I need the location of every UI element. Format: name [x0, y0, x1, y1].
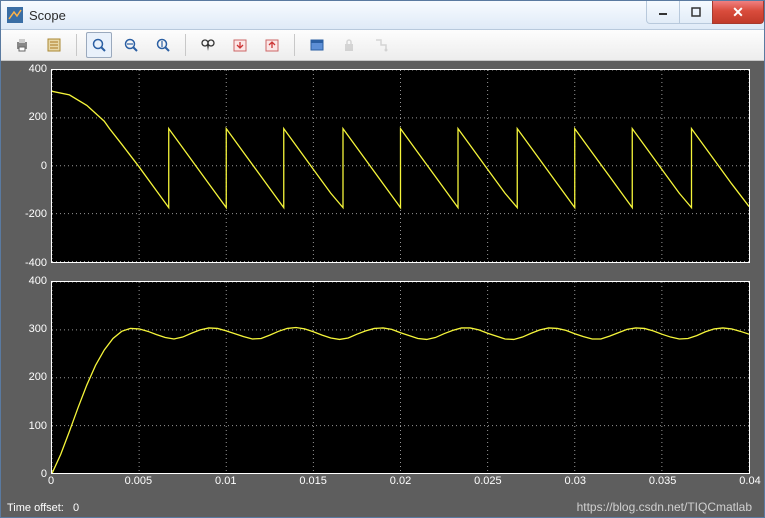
zoom-y-icon[interactable] [150, 32, 176, 58]
app-icon [7, 7, 23, 23]
params-icon[interactable] [41, 32, 67, 58]
xtick-label: 0.02 [390, 475, 411, 487]
axes-1-svg [52, 70, 749, 262]
toolbar-separator [76, 34, 77, 56]
window-title: Scope [29, 8, 66, 23]
window-buttons: ✕ [647, 1, 764, 23]
minimize-button[interactable] [646, 1, 680, 24]
ytick-label: -200 [11, 208, 47, 220]
float-icon[interactable] [304, 32, 330, 58]
scope-window: Scope ✕ [0, 0, 765, 518]
titlebar[interactable]: Scope ✕ [1, 1, 764, 30]
ytick-label: 200 [11, 111, 47, 123]
axes-2: 0100200300400 [15, 281, 750, 475]
axes-2-plot[interactable] [51, 281, 750, 475]
lock-icon [336, 32, 362, 58]
ytick-label: -400 [11, 257, 47, 269]
close-button[interactable]: ✕ [712, 1, 764, 24]
autoscale-icon[interactable] [195, 32, 221, 58]
xtick-label: 0.035 [649, 475, 677, 487]
xtick-label: 0.03 [565, 475, 586, 487]
zoom-icon[interactable] [86, 32, 112, 58]
xtick-label: 0.04 [739, 475, 760, 487]
ytick-label: 200 [11, 371, 47, 383]
time-offset-label: Time offset: [7, 502, 64, 514]
axes-2-yticks: 0100200300400 [15, 281, 51, 475]
axes-2-svg [52, 282, 749, 474]
save-axes-icon[interactable] [227, 32, 253, 58]
toolbar-separator [294, 34, 295, 56]
xtick-label: 0 [48, 475, 54, 487]
toolbar [1, 30, 764, 61]
restore-axes-icon[interactable] [259, 32, 285, 58]
ytick-label: 400 [11, 275, 47, 287]
xtick-label: 0.005 [125, 475, 153, 487]
axes-1-plot[interactable] [51, 69, 750, 263]
zoom-x-icon[interactable] [118, 32, 144, 58]
ytick-label: 300 [11, 323, 47, 335]
ytick-label: 0 [11, 160, 47, 172]
maximize-button[interactable] [679, 1, 713, 24]
axes-1: -400-2000200400 [15, 69, 750, 263]
signal-select-icon [368, 32, 394, 58]
scope-area: -400-2000200400 0100200300400 00.0050.01… [1, 61, 764, 517]
time-offset-value: 0 [73, 502, 79, 514]
watermark: https://blog.csdn.net/TIQCmatlab [577, 500, 752, 514]
xtick-label: 0.01 [215, 475, 236, 487]
ytick-label: 100 [11, 420, 47, 432]
xtick-label: 0.025 [474, 475, 502, 487]
shared-xticks: 00.0050.010.0150.020.0250.030.0350.04 [51, 475, 750, 493]
xtick-label: 0.015 [299, 475, 327, 487]
ytick-label: 400 [11, 63, 47, 75]
ytick-label: 0 [11, 468, 47, 480]
axes-1-yticks: -400-2000200400 [15, 69, 51, 263]
toolbar-separator [185, 34, 186, 56]
status-bar: Time offset: 0 [7, 502, 79, 514]
print-icon[interactable] [9, 32, 35, 58]
